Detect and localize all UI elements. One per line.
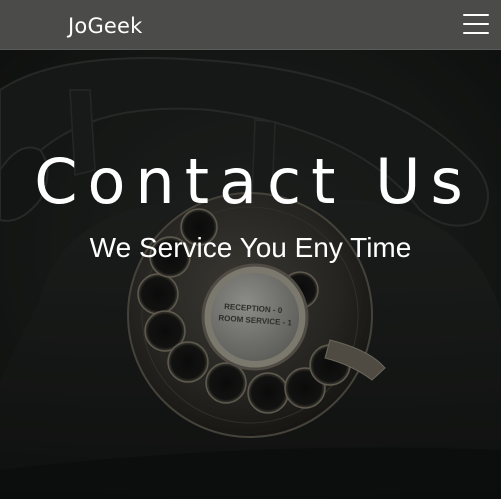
navbar: JoGeek <box>0 0 501 50</box>
menu-bar-bottom <box>463 32 489 34</box>
brand-link[interactable]: JoGeek <box>68 12 143 40</box>
page: JoGeek RECEPTION - 0 ROOM SERVICE - 1 Co… <box>0 0 501 499</box>
hero-section: RECEPTION - 0 ROOM SERVICE - 1 Contact U… <box>0 50 501 499</box>
page-subtitle: We Service You Eny Time <box>89 232 412 263</box>
hamburger-menu-icon[interactable] <box>463 11 489 37</box>
menu-bar-top <box>463 14 489 16</box>
page-title: Contact Us <box>34 145 473 218</box>
menu-bar-middle <box>463 23 489 25</box>
telephone-background-image: RECEPTION - 0 ROOM SERVICE - 1 <box>0 50 501 499</box>
